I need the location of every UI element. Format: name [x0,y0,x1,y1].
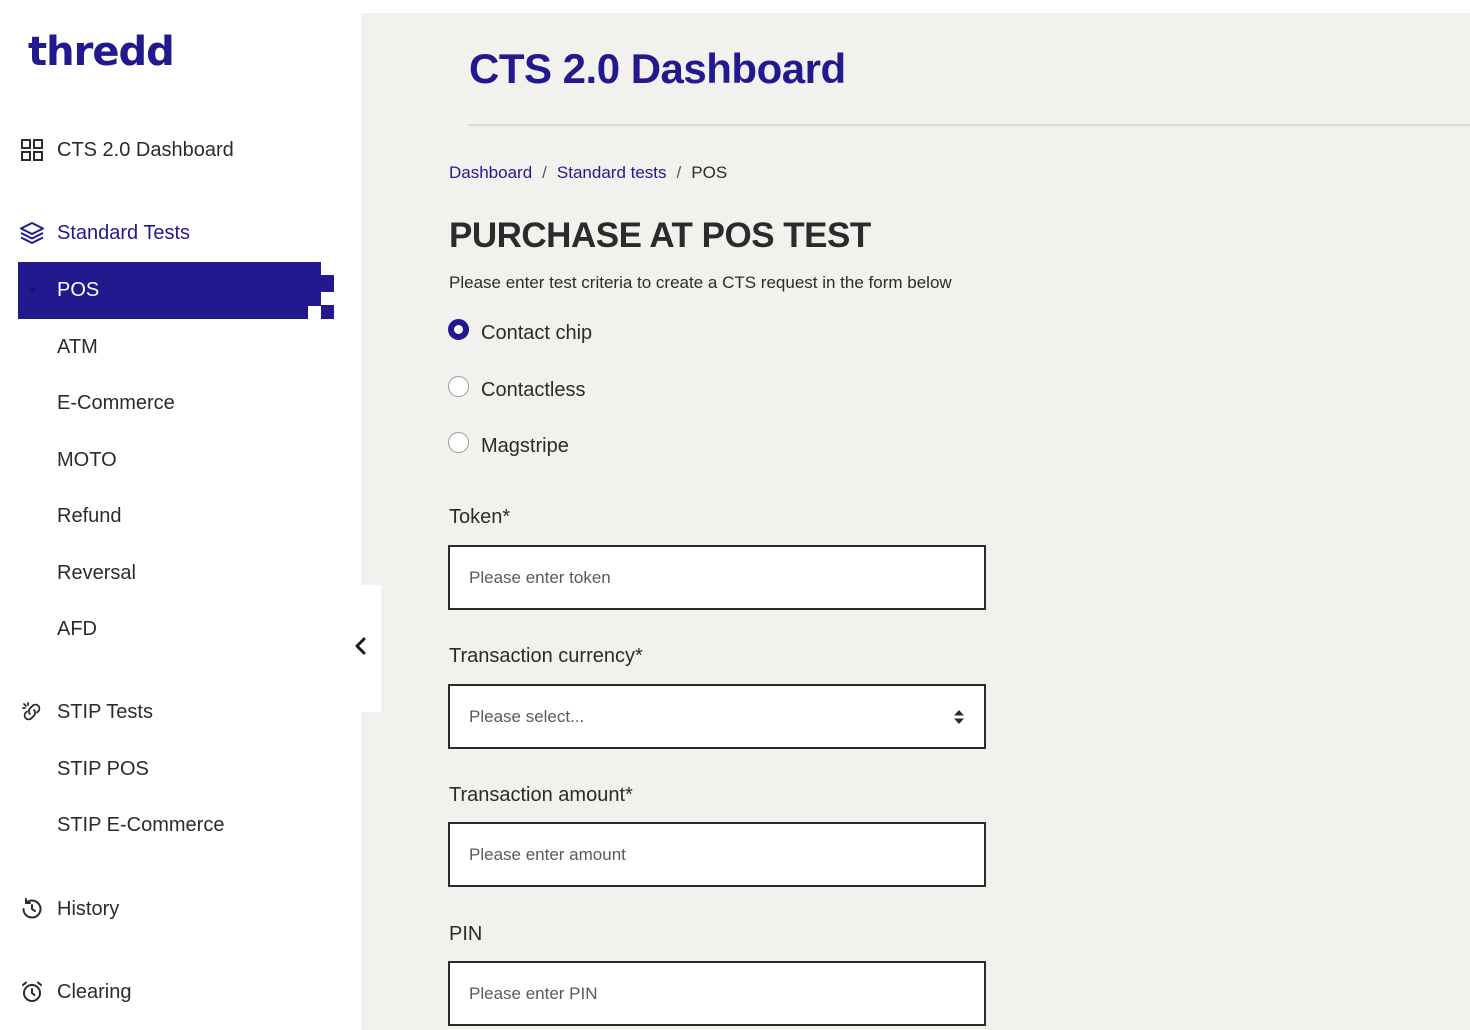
amount-placeholder: Please enter amount [469,844,626,864]
radio-button[interactable] [448,376,469,397]
alarm-clock-icon [18,978,46,1006]
link-icon [18,698,46,726]
sidebar-item-standard-tests[interactable]: Standard Tests [18,213,190,253]
radio-button[interactable] [448,432,469,453]
history-icon [18,895,46,923]
sidebar-item-stip-pos[interactable]: STIP POS [57,749,149,789]
active-indicator-dot [30,288,35,293]
amount-label: Transaction amount* [449,784,633,806]
breadcrumb: Dashboard / Standard tests / POS [449,163,727,183]
sidebar-item-afd[interactable]: AFD [57,609,97,649]
thredd-logo[interactable]: thredd [28,30,175,74]
breadcrumb-separator: / [542,163,547,182]
breadcrumb-standard-tests[interactable]: Standard tests [557,163,667,183]
breadcrumb-dashboard[interactable]: Dashboard [449,163,532,183]
form-title: PURCHASE AT POS TEST [449,216,871,255]
token-input[interactable]: Please enter token [448,545,986,610]
chevron-left-icon [354,636,368,661]
radio-button-checked[interactable] [448,319,469,340]
radio-magstripe[interactable]: Magstripe [448,432,569,458]
sidebar-item-refund[interactable]: Refund [57,496,122,536]
pixel-notch [308,306,321,319]
sidebar-item-clearing[interactable]: Clearing [18,972,131,1012]
currency-label: Transaction currency* [449,645,643,667]
sidebar-item-label: CTS 2.0 Dashboard [57,138,234,161]
pin-label: PIN [449,923,483,945]
currency-placeholder: Please select... [469,706,585,726]
form-description: Please enter test criteria to create a C… [449,273,952,292]
radio-label: Contact chip [481,322,593,344]
page-title: CTS 2.0 Dashboard [469,45,846,92]
radio-label: Contactless [481,379,586,401]
sidebar-item-moto[interactable]: MOTO [57,440,117,480]
sidebar-item-ecommerce[interactable]: E-Commerce [57,383,175,423]
currency-select[interactable]: Please select... [448,684,986,749]
sidebar-item-pos[interactable]: POS [18,262,334,319]
sidebar-item-history[interactable]: History [18,889,119,929]
pixel-notch [321,292,334,305]
collapse-sidebar-button[interactable] [340,585,381,712]
divider [468,124,1470,126]
sidebar: thredd CTS 2.0 Dashboard Standard Tests … [0,0,361,1030]
sidebar-item-stip-ecommerce[interactable]: STIP E-Commerce [57,805,224,845]
sidebar-item-label: Clearing [57,980,132,1003]
grid-icon [18,136,46,164]
sidebar-item-label: STIP Tests [57,700,153,723]
sidebar-item-stip-tests[interactable]: STIP Tests [18,692,153,732]
pin-input[interactable]: Please enter PIN [448,961,986,1026]
layers-icon [18,219,46,247]
radio-label: Magstripe [481,435,569,457]
radio-contact-chip[interactable]: Contact chip [448,319,593,345]
sort-arrows-icon [953,709,965,725]
sidebar-item-label: History [57,897,120,920]
breadcrumb-current: POS [691,163,728,182]
sidebar-item-dashboard[interactable]: CTS 2.0 Dashboard [18,130,234,170]
amount-input[interactable]: Please enter amount [448,822,986,887]
sidebar-item-atm[interactable]: ATM [57,327,98,367]
token-placeholder: Please enter token [469,567,611,587]
sidebar-item-label: Standard Tests [57,221,191,244]
breadcrumb-separator: / [676,163,682,182]
main-content: CTS 2.0 Dashboard Dashboard / Standard t… [361,13,1470,1030]
pin-placeholder: Please enter PIN [469,983,598,1003]
sidebar-item-reversal[interactable]: Reversal [57,553,136,593]
radio-contactless[interactable]: Contactless [448,376,586,402]
token-label: Token* [449,506,511,528]
pixel-notch [321,262,334,275]
